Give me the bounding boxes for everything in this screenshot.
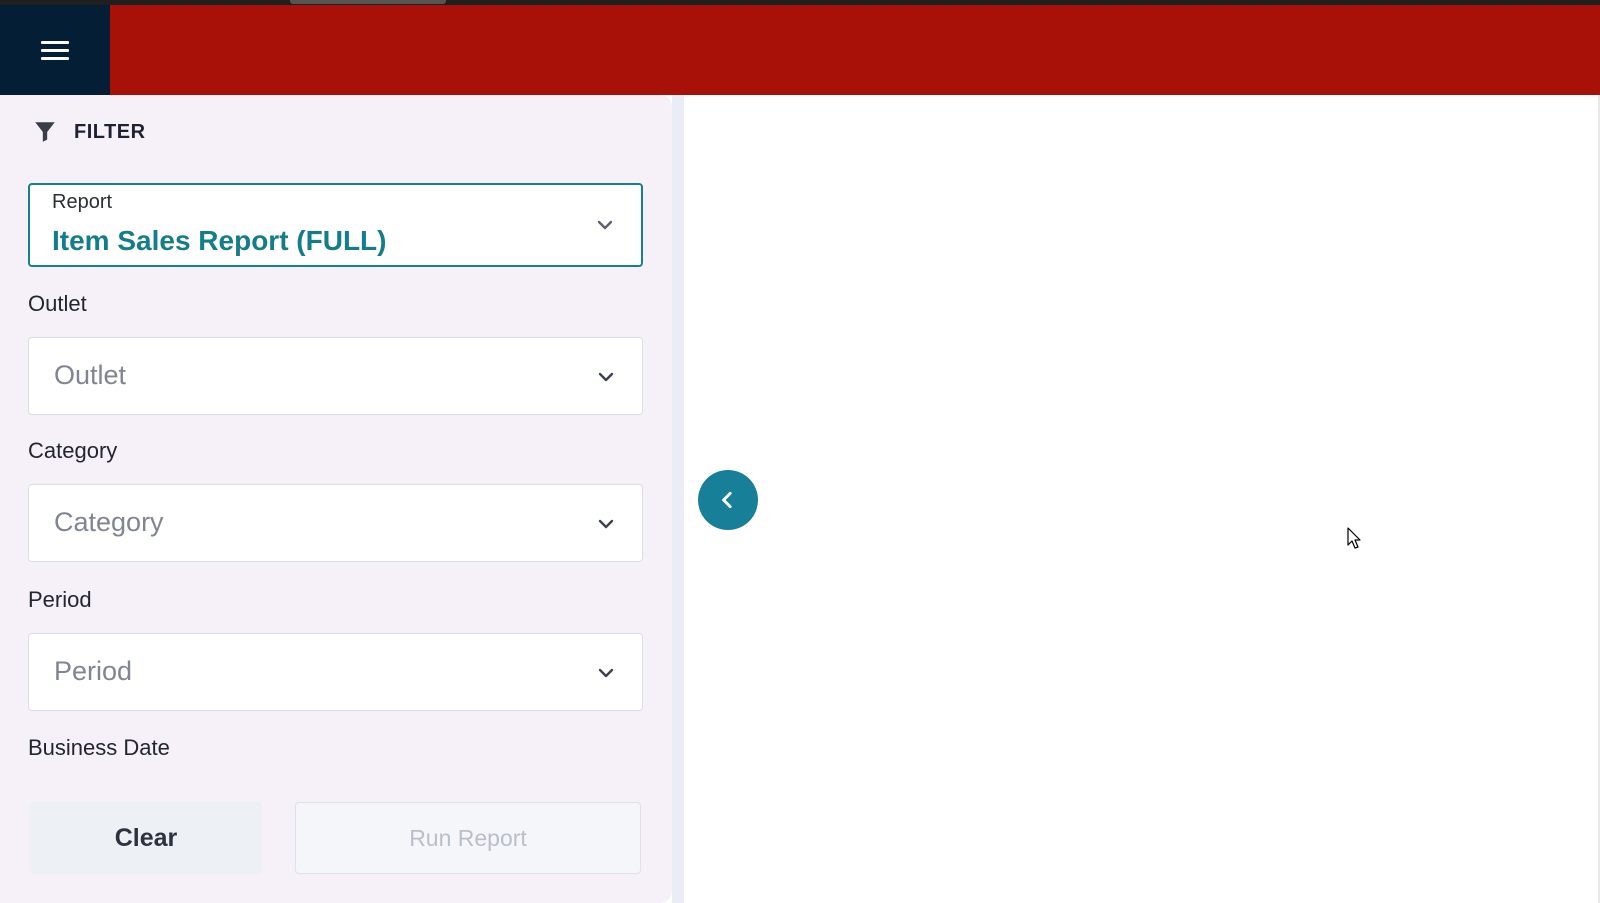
chevron-down-icon[interactable] (596, 663, 616, 683)
chevron-left-icon[interactable] (717, 489, 739, 511)
outlet-label: Outlet (28, 291, 87, 316)
chevron-down-icon[interactable] (595, 215, 615, 235)
category-placeholder: Category (54, 507, 164, 537)
filter-funnel-icon (35, 122, 55, 142)
filter-heading: FILTER (32, 119, 146, 145)
period-placeholder: Period (54, 656, 133, 686)
filter-title: FILTER (74, 120, 146, 143)
run-report-button[interactable]: Run Report (295, 802, 641, 874)
report-value: Item Sales Report (FULL) (52, 225, 387, 256)
mouse-cursor-icon (1347, 527, 1361, 549)
collapse-panel-button[interactable] (698, 470, 758, 530)
outlet-select[interactable]: Outlet (28, 337, 643, 415)
app-header (0, 5, 1600, 95)
category-label: Category (28, 438, 118, 463)
chevron-down-icon[interactable] (596, 367, 616, 387)
hamburger-menu-icon[interactable] (41, 40, 69, 60)
report-select[interactable]: Report Item Sales Report (FULL) (28, 183, 643, 267)
period-label: Period (28, 587, 92, 612)
outlet-placeholder: Outlet (54, 360, 127, 390)
business-date-label: Business Date (28, 735, 170, 760)
tab-indicator (290, 0, 446, 4)
panel-gutter (672, 95, 684, 903)
period-select[interactable]: Period (28, 633, 643, 711)
filter-panel: FILTER Report Item Sales Report (FULL) O… (0, 95, 672, 903)
menu-button[interactable] (0, 5, 110, 95)
chevron-down-icon[interactable] (596, 514, 616, 534)
category-select[interactable]: Category (28, 484, 643, 562)
report-label: Report (52, 191, 113, 213)
clear-button[interactable]: Clear (30, 802, 262, 874)
